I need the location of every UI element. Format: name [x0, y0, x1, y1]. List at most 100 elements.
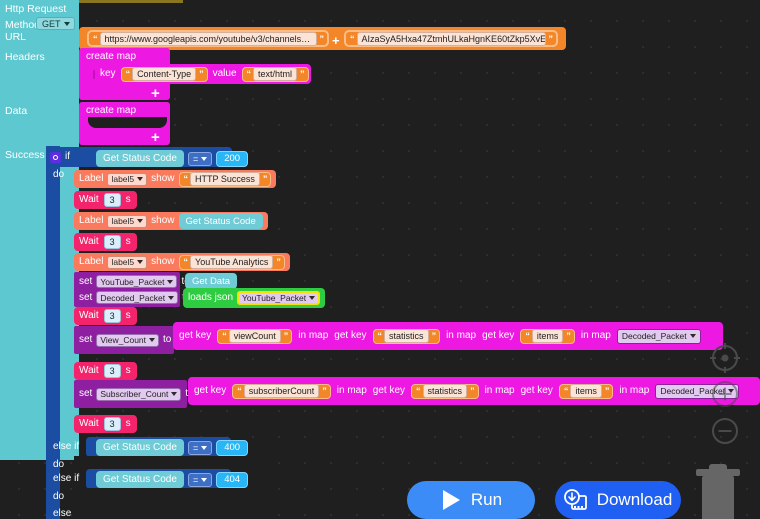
view-count-variable-dropdown[interactable]: View_Count — [96, 333, 160, 347]
status-code-404-value[interactable]: 404 — [216, 471, 249, 488]
decoded-packet-variable-dropdown[interactable]: Decoded_Packet — [96, 291, 179, 304]
header-key-value[interactable]: Content-Type — [132, 67, 197, 81]
label-variable-dropdown[interactable]: label5 — [107, 214, 148, 228]
view-count-source-variable-dropdown[interactable]: Decoded_Packet — [616, 328, 701, 344]
else-if-condition-1[interactable]: Get Status Code = 400 — [96, 439, 249, 456]
subscriber-count-key-string[interactable]: “ subscriberCount ” — [232, 383, 331, 399]
wait-block-5[interactable]: Wait 3 s — [74, 415, 137, 433]
label-prefix: Label — [79, 256, 104, 267]
view-count-key-string[interactable]: “ viewCount ” — [217, 328, 293, 344]
else-empty-socket[interactable] — [74, 505, 260, 519]
label-show-block-2[interactable]: Label label5 show Get Status Code — [74, 212, 268, 230]
subscriber-count-key-value[interactable]: subscriberCount — [243, 384, 320, 398]
else-if-1-empty-socket[interactable] — [74, 456, 260, 468]
set-view-count-block[interactable]: set View_Count to — [74, 326, 174, 354]
http-success-value[interactable]: HTTP Success — [190, 172, 260, 186]
http-success-string[interactable]: “ HTTP Success ” — [178, 171, 272, 187]
chevron-down-icon — [201, 477, 208, 482]
statistics-key-string[interactable]: “ statistics ” — [372, 328, 441, 344]
view-count-key-value[interactable]: viewCount — [228, 329, 281, 343]
subscriber-count-getkey-chain[interactable]: get key “ subscriberCount ” in map get k… — [188, 377, 760, 405]
status-code-400-value[interactable]: 400 — [216, 439, 249, 456]
header-key-string[interactable]: “ Content-Type ” — [120, 66, 208, 82]
url-string-value[interactable]: https://www.googleapis.com/youtube/v3/ch… — [99, 31, 317, 46]
label-show-block-3[interactable]: Label label5 show “ YouTube Analytics ” — [74, 253, 290, 271]
comparison-operator-dropdown[interactable]: = — [187, 440, 213, 455]
get-status-code-reporter[interactable]: Get Status Code — [96, 150, 184, 167]
label-variable-dropdown[interactable]: label5 — [107, 172, 148, 186]
header-value-value[interactable]: text/html — [253, 67, 298, 81]
trash-icon[interactable] — [696, 462, 740, 519]
wait-unit: s — [125, 236, 131, 247]
statistics-key-value[interactable]: statistics — [384, 329, 429, 343]
get-status-code-reporter[interactable]: Get Status Code — [96, 439, 184, 456]
row-label-success: Success — [5, 149, 45, 161]
wait-block-4[interactable]: Wait 3 s — [74, 362, 137, 380]
status-code-value[interactable]: 200 — [216, 150, 249, 167]
view-count-getkey-chain[interactable]: get key “ viewCount ” in map get key “ s… — [173, 322, 723, 350]
quote-open-icon: “ — [183, 257, 188, 267]
api-key-value[interactable]: AIzaSyA5Hxa47ZtmhULkaHgnKE60tZkp5XvEMR8 — [356, 31, 546, 46]
wait-block-2[interactable]: Wait 3 s — [74, 233, 137, 251]
wait-block-3[interactable]: Wait 3 s — [74, 307, 137, 325]
items-key-string[interactable]: “ items ” — [520, 328, 575, 344]
download-button-label: Download — [596, 490, 673, 509]
loads-json-block[interactable]: loads json YouTube_Packet — [183, 288, 326, 308]
wait-value[interactable]: 3 — [103, 193, 121, 207]
items-key-value[interactable]: items — [531, 329, 564, 343]
comparison-operator-dropdown[interactable]: = — [187, 472, 213, 487]
run-button[interactable]: Run — [407, 481, 535, 519]
loads-json-argument-dropdown[interactable]: YouTube_Packet — [237, 291, 321, 305]
wait-unit: s — [125, 418, 131, 429]
wait-block-1[interactable]: Wait 3 s — [74, 191, 137, 209]
youtube-analytics-value[interactable]: YouTube Analytics — [190, 255, 274, 269]
youtube-packet-variable-value: YouTube_Packet — [100, 276, 165, 287]
label-show-block-1[interactable]: Label label5 show “ HTTP Success ” — [74, 170, 277, 188]
wait-unit: s — [125, 194, 131, 205]
loads-json-label: loads json — [188, 292, 234, 303]
data-add-pair-button[interactable]: + — [151, 130, 160, 145]
set-subscriber-count-block[interactable]: set Subscriber_Count to — [74, 380, 194, 408]
youtube-packet-variable-dropdown[interactable]: YouTube_Packet — [96, 275, 178, 288]
wait-value[interactable]: 3 — [103, 235, 121, 249]
quote-close-icon: ” — [566, 331, 570, 341]
download-button[interactable]: Download — [555, 481, 681, 519]
set-prefix: set — [79, 388, 93, 399]
http-request-block[interactable]: Http Request Method URL Headers Data Suc… — [0, 0, 79, 460]
headers-add-pair-button[interactable]: + — [151, 86, 160, 101]
show-verb: show — [151, 215, 175, 226]
items-key-string[interactable]: “ items ” — [558, 383, 614, 399]
url-string-block[interactable]: “ https://www.googleapis.com/youtube/v3/… — [87, 30, 329, 47]
label-variable-dropdown[interactable]: label5 — [107, 255, 148, 269]
gear-icon[interactable] — [50, 151, 61, 163]
zoom-center-button[interactable] — [710, 343, 740, 373]
wait-value[interactable]: 3 — [103, 309, 121, 323]
youtube-analytics-string[interactable]: “ YouTube Analytics ” — [178, 254, 285, 270]
method-dropdown[interactable]: GET — [36, 17, 75, 30]
data-empty-socket[interactable] — [88, 117, 167, 128]
else-if-condition-2[interactable]: Get Status Code = 404 — [96, 471, 249, 488]
get-status-code-reporter[interactable]: Get Status Code — [96, 471, 184, 488]
wait-value[interactable]: 3 — [103, 417, 121, 431]
if-condition[interactable]: Get Status Code = 200 — [96, 150, 249, 167]
statistics-key-string[interactable]: “ statistics ” — [411, 383, 479, 399]
api-key-string-block[interactable]: “ AIzaSyA5Hxa47ZtmhULkaHgnKE60tZkp5XvEMR… — [344, 30, 558, 47]
in-map-label-2: in map — [484, 385, 515, 396]
workspace-canvas[interactable]: Http Request Method URL Headers Data Suc… — [0, 0, 760, 519]
items-key-value[interactable]: items — [570, 384, 602, 398]
header-value-string[interactable]: “ text/html ” — [241, 66, 309, 82]
get-status-code-reporter[interactable]: Get Status Code — [178, 213, 263, 229]
else-if-2-empty-socket[interactable] — [74, 488, 260, 500]
zoom-in-button[interactable] — [712, 381, 738, 407]
get-data-reporter[interactable]: Get Data — [185, 273, 238, 289]
wait-value[interactable]: 3 — [103, 364, 121, 378]
statistics-key-value[interactable]: statistics — [422, 384, 468, 398]
http-request-title: Http Request — [5, 3, 67, 15]
zoom-out-button[interactable] — [712, 418, 738, 444]
set-decoded-packet-block[interactable]: set Decoded_Packet to — [74, 288, 190, 307]
subscriber-count-variable-dropdown[interactable]: Subscriber_Count — [96, 387, 182, 401]
set-prefix: set — [79, 291, 93, 303]
headers-key-value-row[interactable]: key “ Content-Type ” value “ text/html ” — [88, 64, 311, 84]
comparison-operator-dropdown[interactable]: = — [187, 151, 213, 166]
else-if-label-1: else if — [53, 441, 80, 452]
